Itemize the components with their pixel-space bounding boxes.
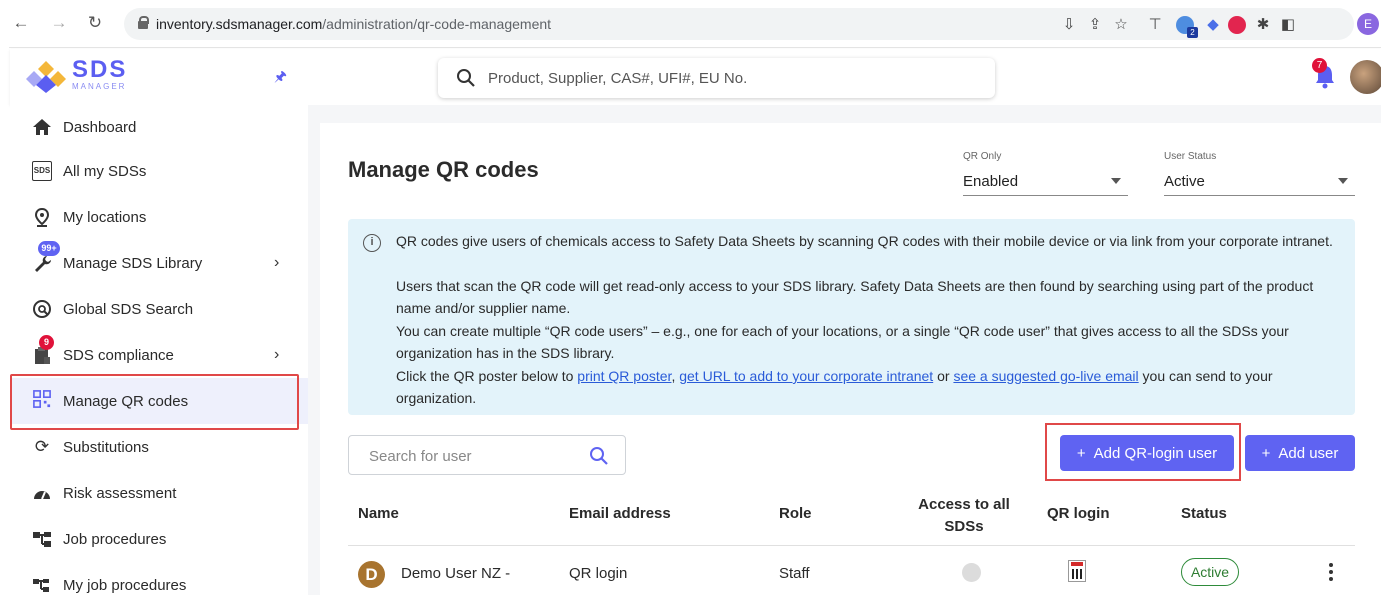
hierarchy-icon xyxy=(32,529,52,549)
sidebar-item-my-job-procedures[interactable]: My job procedures xyxy=(10,563,308,607)
gauge-icon xyxy=(32,483,52,503)
plus-icon: + xyxy=(1076,444,1086,462)
add-user-button[interactable]: + Add user xyxy=(1245,435,1355,471)
browser-chrome: ← → ↻ inventory.sdsmanager.com/administr… xyxy=(0,0,1381,48)
chevron-right-icon: › xyxy=(274,254,280,271)
go-live-email-link[interactable]: see a suggested go-live email xyxy=(953,368,1138,384)
info-icon: i xyxy=(363,234,381,252)
extension-pin-icon[interactable]: ⊤ xyxy=(1146,16,1164,34)
brand: SDS MANAGER xyxy=(72,56,128,91)
sidebar-item-manage-qr-codes[interactable]: Manage QR codes xyxy=(10,378,308,424)
extensions-puzzle-icon[interactable]: ✱ xyxy=(1254,16,1272,34)
forward-icon[interactable]: → xyxy=(48,12,70,34)
address-bar[interactable]: inventory.sdsmanager.com/administration/… xyxy=(124,8,1354,40)
qr-code-icon xyxy=(32,390,52,410)
qr-only-filter[interactable]: QR Only Enabled xyxy=(963,151,1128,197)
user-role: Staff xyxy=(779,565,810,582)
sidebar-item-risk-assessment[interactable]: Risk assessment xyxy=(10,471,308,515)
info-banner: i QR codes give users of chemicals acces… xyxy=(348,219,1355,415)
print-qr-poster-link[interactable]: print QR poster xyxy=(577,368,671,384)
library-count-badge: 99+ xyxy=(38,241,60,256)
qr-poster-thumbnail[interactable] xyxy=(1068,560,1086,582)
extension-red-icon[interactable] xyxy=(1228,16,1246,34)
sidebar-item-sds-compliance[interactable]: 9 SDS compliance › xyxy=(10,333,308,377)
lock-icon xyxy=(138,16,149,29)
page-title: Manage QR codes xyxy=(348,157,539,182)
global-search-input[interactable] xyxy=(488,66,968,90)
user-status-filter[interactable]: User Status Active xyxy=(1164,151,1355,197)
user-hierarchy-icon xyxy=(32,575,52,595)
plus-icon: + xyxy=(1261,444,1271,462)
avatar: D xyxy=(358,561,385,588)
user-avatar[interactable] xyxy=(1350,60,1381,94)
user-search-input[interactable] xyxy=(369,445,579,467)
compliance-count-badge: 9 xyxy=(39,335,54,350)
sidebar-item-substitutions[interactable]: ⟳ Substitutions xyxy=(10,425,308,469)
sidebar-item-manage-sds-library[interactable]: 99+ Manage SDS Library › xyxy=(10,241,308,285)
info-text-1: QR codes give users of chemicals access … xyxy=(396,233,1333,249)
info-text-3: You can create multiple “QR code users” … xyxy=(396,323,1289,361)
left-edge-fragment xyxy=(0,38,9,48)
column-header-status[interactable]: Status xyxy=(1181,505,1227,522)
pin-sidebar-icon[interactable]: 🖈 xyxy=(274,66,287,90)
sidebar-item-job-procedures[interactable]: Job procedures xyxy=(10,517,308,561)
user-email: QR login xyxy=(569,565,628,582)
reload-icon[interactable]: ↻ xyxy=(84,12,106,34)
app-header: SDS MANAGER 🖈 7 xyxy=(10,49,1381,105)
column-header-name[interactable]: Name xyxy=(358,505,399,522)
wrench-icon xyxy=(32,253,52,273)
home-icon xyxy=(32,117,52,137)
column-header-access-all-sds[interactable]: Access to all SDSs xyxy=(908,494,1020,538)
table-divider xyxy=(348,545,1355,546)
get-url-link[interactable]: get URL to add to your corporate intrane… xyxy=(679,368,933,384)
install-icon[interactable]: ⇩ xyxy=(1060,16,1078,34)
side-panel-icon[interactable]: ◧ xyxy=(1279,16,1297,34)
sync-icon: ⟳ xyxy=(34,437,50,456)
column-header-qr-login[interactable]: QR login xyxy=(1047,505,1110,522)
profile-avatar[interactable]: E xyxy=(1357,13,1379,35)
status-badge: Active xyxy=(1181,558,1239,586)
bookmark-star-icon[interactable]: ☆ xyxy=(1112,16,1130,34)
more-options-icon[interactable] xyxy=(1328,561,1334,583)
share-icon[interactable]: ⇪ xyxy=(1086,16,1104,34)
sidebar-item-my-locations[interactable]: My locations xyxy=(10,195,308,239)
location-pin-icon xyxy=(32,207,52,227)
global-search-icon xyxy=(32,299,52,319)
sds-document-icon: SDS xyxy=(32,161,52,181)
column-header-role[interactable]: Role xyxy=(779,505,812,522)
dropdown-caret-icon xyxy=(1111,178,1121,184)
sidebar-item-all-sds[interactable]: SDS All my SDSs xyxy=(10,149,308,193)
chevron-right-icon: › xyxy=(274,346,280,363)
notification-badge: 7 xyxy=(1312,58,1327,73)
access-all-sds-toggle[interactable] xyxy=(962,563,981,582)
info-text-4: Click the QR poster below to print QR po… xyxy=(396,368,1273,406)
extension-diamond-icon[interactable]: ◆ xyxy=(1204,16,1222,34)
search-icon[interactable] xyxy=(589,446,609,466)
extension-badge: 2 xyxy=(1187,27,1198,38)
sidebar: Dashboard SDS All my SDSs My locations 9… xyxy=(10,105,308,595)
back-icon[interactable]: ← xyxy=(10,12,32,34)
global-search[interactable] xyxy=(438,58,995,98)
sidebar-item-dashboard[interactable]: Dashboard xyxy=(10,105,308,149)
user-search[interactable] xyxy=(348,435,626,475)
add-qr-login-user-button[interactable]: + Add QR-login user xyxy=(1060,435,1234,471)
info-text-2: Users that scan the QR code will get rea… xyxy=(396,278,1314,316)
sidebar-item-global-sds-search[interactable]: Global SDS Search xyxy=(10,287,308,331)
sds-logo-icon xyxy=(26,61,66,93)
dropdown-caret-icon xyxy=(1338,178,1348,184)
search-icon xyxy=(457,69,475,87)
user-name: Demo User NZ - xyxy=(401,565,511,582)
column-header-email[interactable]: Email address xyxy=(569,505,671,522)
url-text: inventory.sdsmanager.com/administration/… xyxy=(156,16,552,32)
